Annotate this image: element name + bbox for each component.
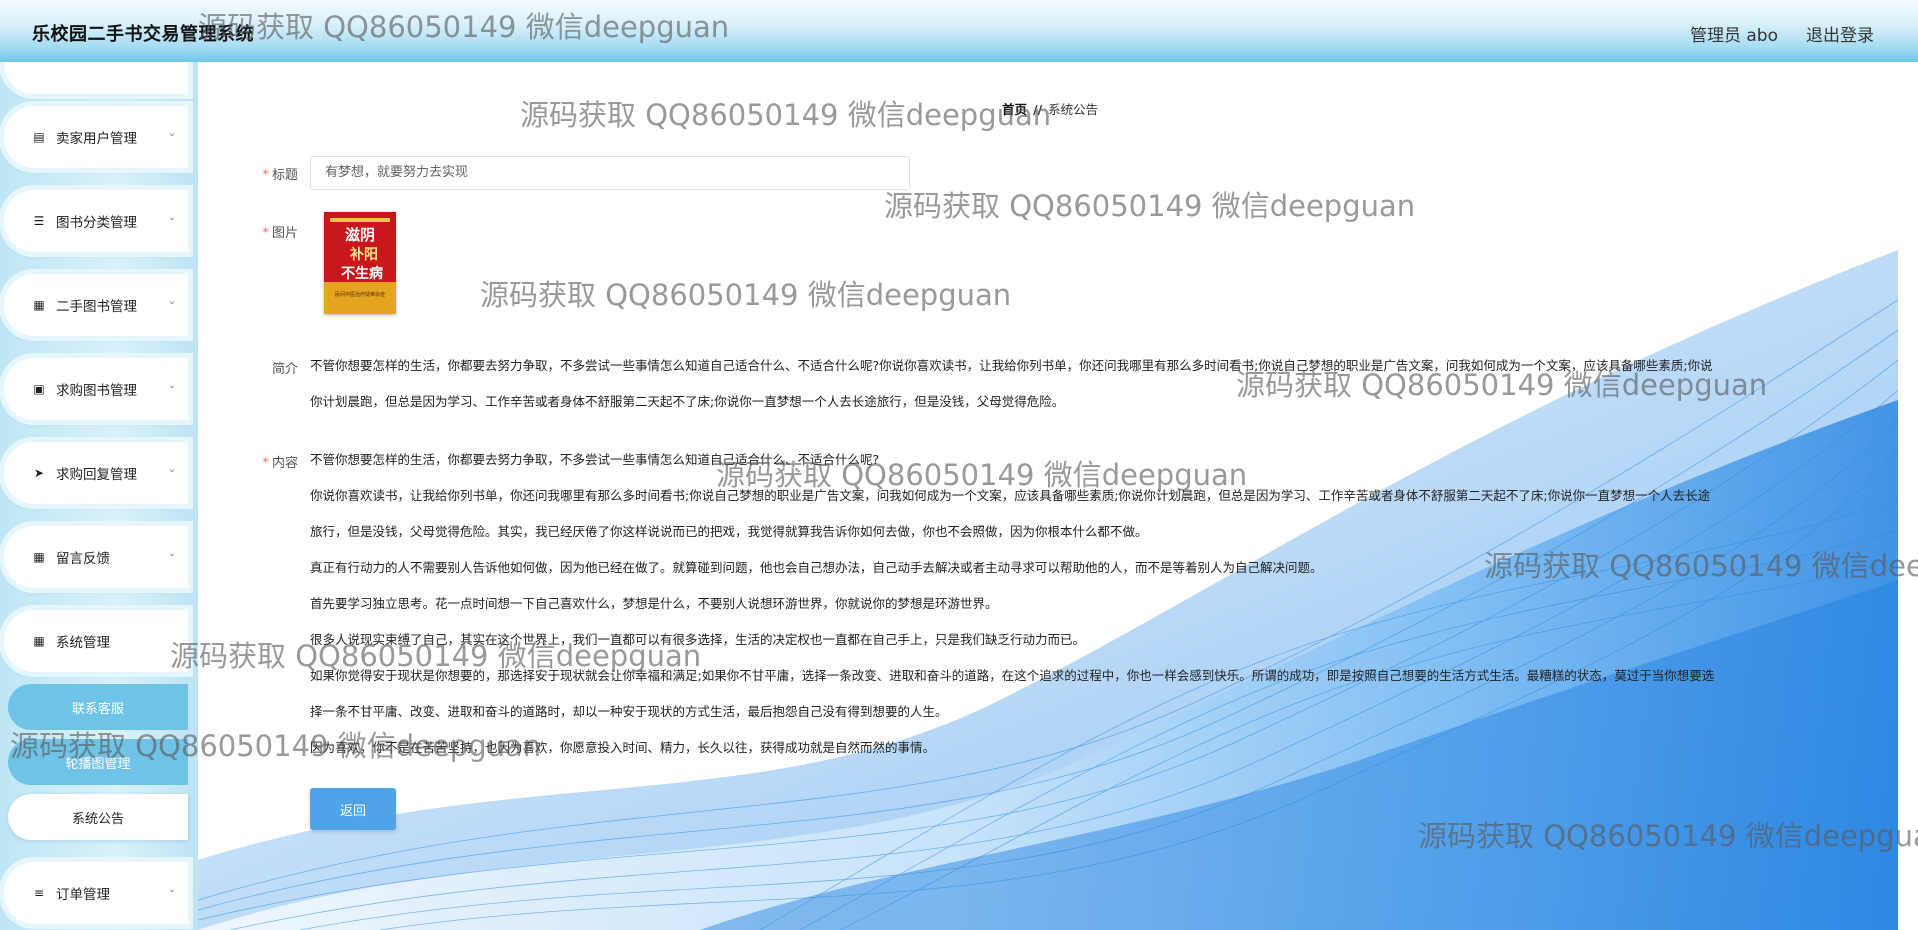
submenu-contact-service[interactable]: 联系客服 [8, 684, 188, 730]
sidebar-item-book-category[interactable]: ☰ 图书分类管理 ⌄ [4, 190, 188, 252]
submenu-announcement[interactable]: 系统公告 [8, 794, 188, 840]
grid-icon: ▦ [33, 550, 45, 564]
book-cover-art: 滋阴 补阳 不生病 民间中医治疗疑难杂症 [324, 212, 396, 314]
chevron-down-icon: ⌄ [167, 128, 176, 139]
breadcrumb-current: 系统公告 [1048, 102, 1099, 117]
header-actions: 管理员 abo 退出登录 [1690, 21, 1874, 46]
submenu-carousel[interactable]: 轮播图管理 [8, 739, 188, 785]
content-label: * 内容 [262, 456, 298, 471]
sidebar-item-feedback[interactable]: ▦ 留言反馈 ⌄ [4, 526, 188, 588]
chart-icon: ▤ [33, 130, 45, 144]
sidebar-item-label: 图书分类管理 [56, 215, 137, 231]
sidebar-item-label: 求购图书管理 [56, 383, 137, 399]
sidebar-item-label: 求购回复管理 [56, 467, 137, 483]
sidebar-item-system[interactable]: ▦ 系统管理 [4, 610, 188, 672]
sliders-icon: ≡ [33, 886, 45, 900]
sidebar-item-seller-users[interactable]: ▤ 卖家用户管理 ⌄ [4, 106, 188, 168]
sidebar-item-used-books[interactable]: ▦ 二手图书管理 ⌄ [4, 274, 188, 336]
grid-icon: ▦ [33, 298, 45, 312]
book-cover-image[interactable]: 滋阴 补阳 不生病 民间中医治疗疑难杂症 [324, 212, 396, 314]
back-button[interactable]: 返回 [310, 788, 396, 830]
breadcrumb-separator: // [1033, 102, 1043, 117]
sidebar-item-top-partial[interactable] [4, 62, 188, 94]
title-label: * 标题 [262, 168, 298, 183]
sidebar: ▤ 卖家用户管理 ⌄ ☰ 图书分类管理 ⌄ ▦ 二手图书管理 ⌄ ▣ 求购图书管… [0, 62, 198, 930]
sidebar-item-orders[interactable]: ≡ 订单管理 ⌄ [4, 862, 188, 924]
image-label: * 图片 [262, 226, 298, 241]
sidebar-item-label: 留言反馈 [56, 551, 110, 567]
breadcrumb: 首页 // 系统公告 [1002, 99, 1098, 118]
chevron-down-icon: ⌄ [167, 380, 176, 391]
intro-text: 不管你想要怎样的生活，你都要去努力争取，不多尝试一些事情怎么知道自己适合什么、不… [310, 358, 1713, 409]
content-text: 不管你想要怎样的生活，你都要去努力争取，不多尝试一些事情怎么知道自己适合什么、不… [310, 452, 1715, 755]
title-field[interactable]: 有梦想，就要努力去实现 [310, 156, 910, 190]
top-bar: 乐校园二手书交易管理系统 管理员 abo 退出登录 [0, 0, 1918, 62]
list-icon: ☰ [33, 214, 45, 228]
chevron-down-icon: ⌄ [167, 464, 176, 475]
chevron-down-icon: ⌄ [167, 884, 176, 895]
sidebar-item-label: 二手图书管理 [56, 299, 137, 315]
sidebar-item-wanted-books[interactable]: ▣ 求购图书管理 ⌄ [4, 358, 188, 420]
sidebar-item-label: 卖家用户管理 [56, 131, 137, 147]
sidebar-item-label: 订单管理 [56, 887, 110, 903]
sidebar-item-wanted-replies[interactable]: ➤ 求购回复管理 ⌄ [4, 442, 188, 504]
chevron-down-icon: ⌄ [167, 296, 176, 307]
svg-text:不生病: 不生病 [341, 265, 383, 282]
chevron-down-icon: ⌄ [167, 212, 176, 223]
user-label[interactable]: 管理员 abo [1690, 21, 1778, 46]
send-icon: ➤ [33, 466, 45, 480]
svg-text:补阳: 补阳 [349, 246, 378, 263]
logout-link[interactable]: 退出登录 [1806, 21, 1874, 46]
grid-icon: ▦ [33, 634, 45, 648]
app-title: 乐校园二手书交易管理系统 [32, 24, 254, 45]
svg-text:民间中医治疗疑难杂症: 民间中医治疗疑难杂症 [335, 291, 385, 298]
chevron-down-icon: ⌄ [167, 548, 176, 559]
book-icon: ▣ [33, 382, 45, 396]
breadcrumb-home[interactable]: 首页 [1002, 102, 1027, 117]
main-content: 首页 // 系统公告 * 标题 有梦想，就要努力去实现 * 图片 滋阴 补阳 不生病 民… [198, 62, 1918, 930]
sidebar-item-label: 系统管理 [56, 635, 110, 651]
svg-text:滋阴: 滋阴 [345, 226, 375, 244]
intro-label: 简介 [271, 362, 298, 377]
